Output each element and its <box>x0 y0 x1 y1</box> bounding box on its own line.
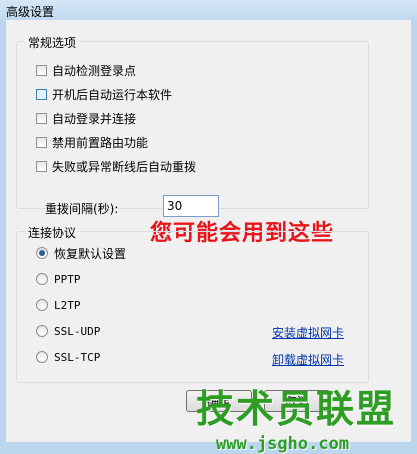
general-options-legend: 常规选项 <box>25 34 80 51</box>
option-label: 开机后自动运行本软件 <box>52 87 173 102</box>
option-auto-login-connect[interactable]: 自动登录并连接 <box>36 110 136 126</box>
option-auto-redial[interactable]: 失败或异常断线后自动重拨 <box>36 158 196 174</box>
connection-protocol-legend: 连接协议 <box>25 224 80 241</box>
option-run-at-startup[interactable]: 开机后自动运行本软件 <box>36 86 172 102</box>
window-title: 高级设置 <box>6 5 55 19</box>
radio-label: PPTP <box>54 272 81 286</box>
option-label: 自动登录并连接 <box>52 111 137 126</box>
option-label: 失败或异常断线后自动重拨 <box>52 159 197 174</box>
radio-restore-default[interactable]: 恢复默认设置 <box>36 245 126 261</box>
general-options-group: 常规选项 自动检测登录点 开机后自动运行本软件 自动登录并连接 禁用前置路由功能… <box>16 34 369 217</box>
uninstall-virtual-adapter-link[interactable]: 卸载虚拟网卡 <box>272 351 344 368</box>
dialog-body: 常规选项 自动检测登录点 开机后自动运行本软件 自动登录并连接 禁用前置路由功能… <box>6 20 411 454</box>
radio-label: 恢复默认设置 <box>54 246 127 261</box>
title-bar: 高级设置 <box>0 0 417 20</box>
radio-button[interactable] <box>36 273 48 285</box>
radio-button[interactable] <box>36 247 48 259</box>
option-label: 禁用前置路由功能 <box>52 135 149 150</box>
connection-protocol-group: 连接协议 恢复默认设置 PPTP L2TP SSL-UDP SSL-TCP 安装… <box>16 224 369 383</box>
watermark-logo-text: 技术员联盟 <box>196 387 397 431</box>
redial-interval-label: 重拨间隔(秒): <box>45 202 119 216</box>
redial-interval-input[interactable] <box>163 195 219 217</box>
option-disable-front-routing[interactable]: 禁用前置路由功能 <box>36 134 148 150</box>
radio-ssl-tcp[interactable]: SSL-TCP <box>36 349 100 365</box>
checkbox[interactable] <box>36 136 47 148</box>
radio-label: L2TP <box>54 298 81 312</box>
radio-button[interactable] <box>36 325 48 337</box>
checkbox[interactable] <box>36 88 47 100</box>
radio-button[interactable] <box>36 299 48 311</box>
checkbox[interactable] <box>36 64 47 76</box>
radio-label: SSL-TCP <box>54 350 101 364</box>
radio-label: SSL-UDP <box>54 324 101 338</box>
option-label: 自动检测登录点 <box>52 63 137 78</box>
radio-pptp[interactable]: PPTP <box>36 271 81 287</box>
checkbox[interactable] <box>36 112 47 124</box>
radio-ssl-udp[interactable]: SSL-UDP <box>36 323 100 339</box>
radio-l2tp[interactable]: L2TP <box>36 297 81 313</box>
watermark-url: www.jsgho.com <box>216 434 350 454</box>
install-virtual-adapter-link[interactable]: 安装虚拟网卡 <box>272 324 344 341</box>
radio-button[interactable] <box>36 351 48 363</box>
checkbox[interactable] <box>36 160 47 172</box>
option-auto-detect-login[interactable]: 自动检测登录点 <box>36 62 136 78</box>
